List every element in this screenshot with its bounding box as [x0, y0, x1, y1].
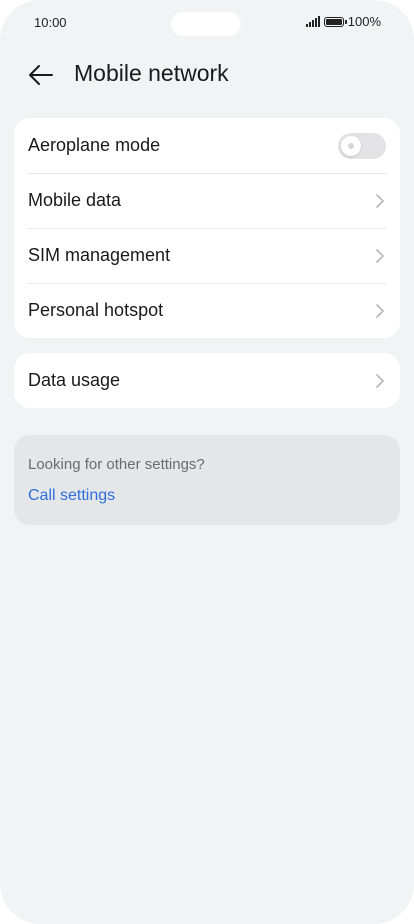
aeroplane-mode-toggle[interactable]: [338, 132, 386, 159]
chevron-right-icon: [374, 303, 386, 319]
battery-icon: [323, 16, 347, 27]
chevron-right-icon: [374, 248, 386, 264]
sim-management-row[interactable]: SIM management: [14, 228, 400, 283]
data-usage-card: Data usage: [14, 353, 400, 408]
network-settings-card: Aeroplane mode Mobile data SIM managemen…: [14, 118, 400, 338]
aeroplane-mode-row[interactable]: Aeroplane mode: [14, 118, 400, 173]
header: Mobile network: [0, 52, 414, 96]
personal-hotspot-label: Personal hotspot: [28, 300, 164, 320]
status-indicators: 100%: [305, 14, 381, 29]
toggle-knob: [341, 135, 361, 156]
chevron-right-icon: [374, 373, 386, 389]
mobile-data-label: Mobile data: [28, 190, 122, 210]
phone-screen: 10:00 100% Mobile network Aeroplane mode…: [0, 0, 414, 924]
battery-percent: 100%: [347, 14, 381, 29]
other-settings-text: Looking for other settings?: [28, 456, 205, 473]
data-usage-label: Data usage: [28, 370, 121, 390]
data-usage-row[interactable]: Data usage: [14, 353, 400, 408]
status-time: 10:00: [34, 15, 67, 30]
mobile-data-row[interactable]: Mobile data: [14, 173, 400, 228]
sim-management-label: SIM management: [28, 245, 171, 265]
status-bar: 10:00 100%: [0, 0, 414, 46]
camera-cutout: [171, 12, 241, 36]
page-title: Mobile network: [74, 60, 229, 86]
other-settings-card: Looking for other settings? Call setting…: [14, 435, 400, 525]
back-button[interactable]: [24, 58, 58, 92]
chevron-right-icon: [374, 193, 386, 209]
arrow-left-icon: [29, 65, 53, 85]
personal-hotspot-row[interactable]: Personal hotspot: [14, 283, 400, 338]
call-settings-link[interactable]: Call settings: [28, 487, 115, 505]
aeroplane-mode-label: Aeroplane mode: [28, 135, 161, 155]
signal-icon: [305, 16, 320, 27]
